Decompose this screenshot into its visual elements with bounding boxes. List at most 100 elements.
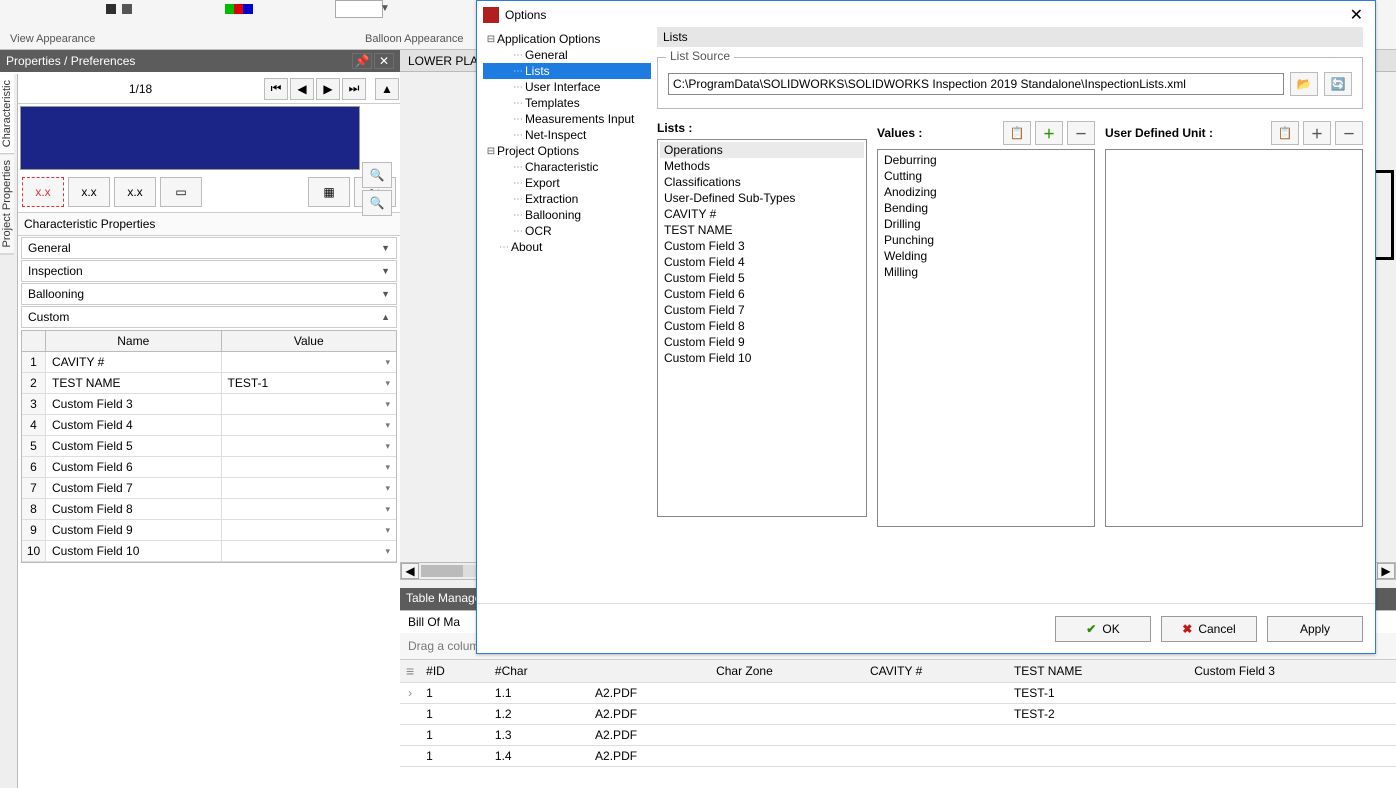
table-row[interactable]: 11.3A2.PDF bbox=[400, 725, 1396, 746]
cell-char[interactable]: 1.1 bbox=[489, 683, 589, 704]
nav-prev-button[interactable]: ◀ bbox=[290, 78, 314, 100]
tol-button-1[interactable]: x.x bbox=[22, 177, 64, 207]
values-listbox[interactable]: DeburringCuttingAnodizingBendingDrilling… bbox=[877, 149, 1095, 527]
custom-field-name[interactable]: TEST NAME bbox=[46, 373, 222, 393]
browse-button[interactable]: 📂 bbox=[1290, 72, 1318, 96]
custom-field-value[interactable]: ▾ bbox=[222, 457, 397, 477]
lists-item[interactable]: Custom Field 7 bbox=[660, 302, 864, 318]
tree-ballooning[interactable]: ⋯Ballooning bbox=[483, 207, 651, 223]
custom-field-value[interactable]: ▾ bbox=[222, 415, 397, 435]
side-tab-characteristic[interactable]: Characteristic bbox=[0, 74, 14, 154]
select-tool-button[interactable]: ▦ bbox=[308, 177, 350, 207]
row-handle[interactable] bbox=[400, 746, 420, 767]
values-add-button[interactable]: ＋ bbox=[1035, 121, 1063, 145]
options-close-button[interactable]: ✕ bbox=[1344, 5, 1369, 25]
values-item[interactable]: Anodizing bbox=[880, 184, 1092, 200]
lists-item[interactable]: Custom Field 9 bbox=[660, 334, 864, 350]
cell-zone[interactable] bbox=[710, 746, 864, 767]
tree-export[interactable]: ⋯Export bbox=[483, 175, 651, 191]
custom-field-name[interactable]: Custom Field 3 bbox=[46, 394, 222, 414]
values-remove-button[interactable]: － bbox=[1067, 121, 1095, 145]
tree-net-inspect[interactable]: ⋯Net-Inspect bbox=[483, 127, 651, 143]
lists-item[interactable]: Custom Field 4 bbox=[660, 254, 864, 270]
combo-general[interactable]: General▼ bbox=[21, 237, 397, 259]
pin-button[interactable]: 📌 bbox=[352, 53, 372, 69]
values-item[interactable]: Welding bbox=[880, 248, 1092, 264]
custom-field-value[interactable]: ▾ bbox=[222, 499, 397, 519]
udu-add-button[interactable]: ＋ bbox=[1303, 121, 1331, 145]
tol-button-4[interactable]: ▭ bbox=[160, 177, 202, 207]
tol-button-3[interactable]: x.x bbox=[114, 177, 156, 207]
table-row[interactable]: ›11.1A2.PDFTEST-1 bbox=[400, 683, 1396, 704]
lists-item[interactable]: Custom Field 8 bbox=[660, 318, 864, 334]
cell-id[interactable]: 1 bbox=[420, 746, 489, 767]
lists-item[interactable]: Methods bbox=[660, 158, 864, 174]
col-char[interactable]: #Char bbox=[489, 660, 589, 683]
cell-cavity[interactable] bbox=[864, 746, 1008, 767]
list-source-path-input[interactable] bbox=[668, 73, 1284, 95]
custom-field-name[interactable]: Custom Field 7 bbox=[46, 478, 222, 498]
values-copy-button[interactable]: 📋 bbox=[1003, 121, 1031, 145]
col-cavity[interactable]: CAVITY # bbox=[864, 660, 1008, 683]
scroll-thumb[interactable] bbox=[421, 565, 463, 577]
scroll-left-button[interactable]: ◀ bbox=[401, 563, 419, 579]
cell-char[interactable]: 1.2 bbox=[489, 704, 589, 725]
custom-field-value[interactable]: ▾ bbox=[222, 394, 397, 414]
cell-testname[interactable] bbox=[1008, 746, 1188, 767]
cell-file[interactable]: A2.PDF bbox=[589, 704, 710, 725]
tree-measurements[interactable]: ⋯Measurements Input bbox=[483, 111, 651, 127]
lists-item[interactable]: Custom Field 10 bbox=[660, 350, 864, 366]
tree-extraction[interactable]: ⋯Extraction bbox=[483, 191, 651, 207]
cell-id[interactable]: 1 bbox=[420, 704, 489, 725]
col-id[interactable]: #ID bbox=[420, 660, 489, 683]
tree-ui[interactable]: ⋯User Interface bbox=[483, 79, 651, 95]
custom-field-value[interactable]: ▾ bbox=[222, 478, 397, 498]
udu-remove-button[interactable]: － bbox=[1335, 121, 1363, 145]
custom-field-name[interactable]: Custom Field 6 bbox=[46, 457, 222, 477]
row-handle-col[interactable]: ≡ bbox=[400, 660, 420, 683]
col-cf3[interactable]: Custom Field 3 bbox=[1188, 660, 1396, 683]
cell-id[interactable]: 1 bbox=[420, 683, 489, 704]
lists-item[interactable]: CAVITY # bbox=[660, 206, 864, 222]
nav-first-button[interactable]: ⏮ bbox=[264, 78, 288, 100]
nav-next-button[interactable]: ▶ bbox=[316, 78, 340, 100]
combo-custom[interactable]: Custom▲ bbox=[21, 306, 397, 328]
custom-field-value[interactable]: ▾ bbox=[222, 520, 397, 540]
lists-item[interactable]: User-Defined Sub-Types bbox=[660, 190, 864, 206]
col-zone[interactable]: Char Zone bbox=[710, 660, 864, 683]
ok-button[interactable]: ✔OK bbox=[1055, 616, 1151, 642]
custom-field-value[interactable]: TEST-1▾ bbox=[222, 373, 397, 393]
custom-field-value[interactable]: ▾ bbox=[222, 352, 397, 372]
values-item[interactable]: Milling bbox=[880, 264, 1092, 280]
udu-listbox[interactable] bbox=[1105, 149, 1363, 527]
col-file[interactable] bbox=[589, 660, 710, 683]
zoom-tool2-button[interactable]: 🔍 bbox=[362, 190, 392, 216]
lists-listbox[interactable]: OperationsMethodsClassificationsUser-Def… bbox=[657, 139, 867, 517]
tree-ocr[interactable]: ⋯OCR bbox=[483, 223, 651, 239]
tree-project-options[interactable]: ⊟Project Options bbox=[483, 143, 651, 159]
table-row[interactable]: 11.4A2.PDF bbox=[400, 746, 1396, 767]
close-panel-button[interactable]: ✕ bbox=[374, 53, 394, 69]
cell-testname[interactable] bbox=[1008, 725, 1188, 746]
udu-copy-button[interactable]: 📋 bbox=[1271, 121, 1299, 145]
side-tab-project-properties[interactable]: Project Properties bbox=[0, 154, 14, 254]
values-item[interactable]: Drilling bbox=[880, 216, 1092, 232]
tree-general[interactable]: ⋯General bbox=[483, 47, 651, 63]
cell-id[interactable]: 1 bbox=[420, 725, 489, 746]
custom-field-value[interactable]: ▾ bbox=[222, 541, 397, 561]
tree-about[interactable]: ⊟⋯About bbox=[483, 239, 651, 255]
custom-field-name[interactable]: Custom Field 10 bbox=[46, 541, 222, 561]
cell-cf3[interactable] bbox=[1188, 725, 1396, 746]
tree-lists[interactable]: ⋯Lists bbox=[483, 63, 651, 79]
cell-cavity[interactable] bbox=[864, 725, 1008, 746]
values-item[interactable]: Deburring bbox=[880, 152, 1092, 168]
col-testname[interactable]: TEST NAME bbox=[1008, 660, 1188, 683]
values-item[interactable]: Cutting bbox=[880, 168, 1092, 184]
row-handle[interactable] bbox=[400, 725, 420, 746]
tree-characteristic[interactable]: ⋯Characteristic bbox=[483, 159, 651, 175]
cell-zone[interactable] bbox=[710, 683, 864, 704]
refresh-button[interactable]: 🔄 bbox=[1324, 72, 1352, 96]
cell-file[interactable]: A2.PDF bbox=[589, 746, 710, 767]
values-item[interactable]: Punching bbox=[880, 232, 1092, 248]
cell-cavity[interactable] bbox=[864, 683, 1008, 704]
